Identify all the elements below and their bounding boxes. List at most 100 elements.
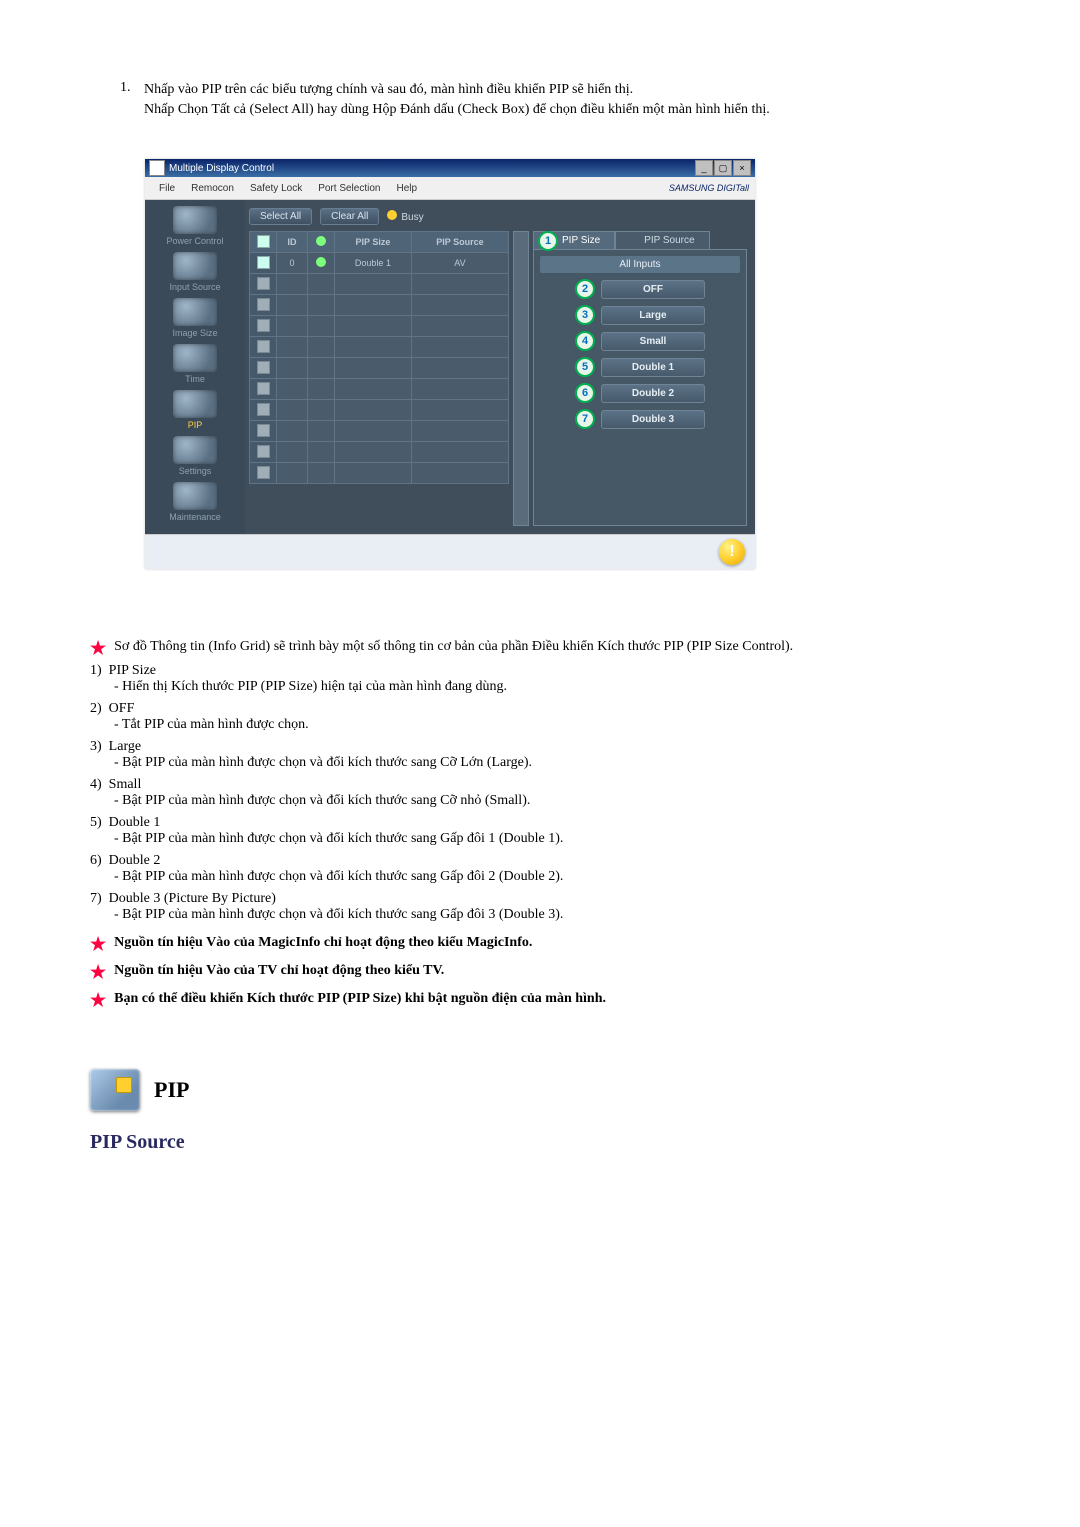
menu-help[interactable]: Help [388, 183, 425, 194]
grid-scrollbar[interactable] [513, 231, 529, 526]
sidebar-item-image-size[interactable]: Image Size [155, 298, 235, 338]
sidebar: Power Control Input Source Image Size Ti… [145, 200, 245, 534]
row-checkbox[interactable] [257, 382, 270, 395]
image-size-icon [173, 298, 217, 326]
cell-pip-size: Double 1 [335, 253, 412, 274]
table-row[interactable] [250, 379, 509, 400]
option-off[interactable]: 2 OFF [575, 279, 705, 299]
option-double3[interactable]: 7 Double 3 [575, 409, 705, 429]
sidebar-label: Maintenance [169, 512, 221, 522]
maximize-button[interactable]: ▢ [714, 160, 732, 176]
col-status [308, 232, 335, 253]
row-checkbox[interactable] [257, 319, 270, 332]
legend-desc: - Hiển thị Kích thước PIP (PIP Size) hiệ… [90, 679, 990, 695]
status-header-icon [316, 236, 326, 246]
select-all-button[interactable]: Select All [249, 208, 312, 225]
table-row[interactable]: 0 Double 1 AV [250, 253, 509, 274]
star-icon: ★ [90, 935, 106, 953]
legend-num: 5) [90, 815, 102, 830]
row-checkbox[interactable] [257, 466, 270, 479]
sidebar-label: Power Control [166, 236, 223, 246]
row-checkbox[interactable] [257, 361, 270, 374]
alert-orb-icon[interactable]: ! [719, 539, 745, 565]
tab-label: PIP Source [644, 235, 694, 246]
settings-icon [173, 436, 217, 464]
option-double1[interactable]: 5 Double 1 [575, 357, 705, 377]
app-icon [149, 160, 165, 176]
legend-desc: - Bật PIP của màn hình được chọn và đổi … [90, 755, 990, 771]
sidebar-label: Image Size [172, 328, 217, 338]
legend-item-3: 3) Large - Bật PIP của màn hình được chọ… [90, 739, 990, 771]
maintenance-icon [173, 482, 217, 510]
legend-num: 6) [90, 853, 102, 868]
table-row[interactable] [250, 274, 509, 295]
legend-item-6: 6) Double 2 - Bật PIP của màn hình được … [90, 853, 990, 885]
minimize-button[interactable]: _ [695, 160, 713, 176]
sidebar-item-input-source[interactable]: Input Source [155, 252, 235, 292]
option-large[interactable]: 3 Large [575, 305, 705, 325]
table-row[interactable] [250, 358, 509, 379]
col-check[interactable] [250, 232, 277, 253]
row-checkbox[interactable] [257, 256, 270, 269]
tab-pip-size[interactable]: 1 PIP Size [533, 231, 615, 249]
menu-safety-lock[interactable]: Safety Lock [242, 183, 310, 194]
row-checkbox[interactable] [257, 403, 270, 416]
col-pip-source: PIP Source [411, 232, 508, 253]
note-text: Nguồn tín hiệu Vào của TV chỉ hoạt động … [114, 963, 444, 979]
row-checkbox[interactable] [257, 424, 270, 437]
row-checkbox[interactable] [257, 445, 270, 458]
busy-dot-icon [387, 210, 397, 220]
star-icon: ★ [90, 639, 106, 657]
legend-title: Double 3 (Picture By Picture) [109, 891, 276, 906]
cell-pip-source: AV [411, 253, 508, 274]
callout-4: 4 [575, 331, 595, 351]
main-area: Select All Clear All Busy ID PIP Size PI… [245, 200, 755, 534]
legend-desc: - Bật PIP của màn hình được chọn và đổi … [90, 831, 990, 847]
tab-panel: 1 PIP Size PIP Source All Inputs 2 OFF [533, 231, 747, 526]
time-icon [173, 344, 217, 372]
sidebar-label: PIP [188, 420, 203, 430]
legend-desc: - Bật PIP của màn hình được chọn và đổi … [90, 869, 990, 885]
menu-file[interactable]: File [151, 183, 183, 194]
legend-title: Small [109, 777, 142, 792]
table-row[interactable] [250, 442, 509, 463]
sidebar-item-time[interactable]: Time [155, 344, 235, 384]
clear-all-button[interactable]: Clear All [320, 208, 379, 225]
row-checkbox[interactable] [257, 340, 270, 353]
status-dot-icon [316, 257, 326, 267]
sidebar-label: Time [185, 374, 205, 384]
row-checkbox[interactable] [257, 277, 270, 290]
table-row[interactable] [250, 400, 509, 421]
sidebar-label: Settings [179, 466, 212, 476]
legend-desc: - Tắt PIP của màn hình được chọn. [90, 717, 990, 733]
table-row[interactable] [250, 295, 509, 316]
row-checkbox[interactable] [257, 298, 270, 311]
option-double2[interactable]: 6 Double 2 [575, 383, 705, 403]
star-icon: ★ [90, 963, 106, 981]
legend-num: 2) [90, 701, 102, 716]
table-row[interactable] [250, 463, 509, 484]
table-row[interactable] [250, 421, 509, 442]
table-row[interactable] [250, 337, 509, 358]
section-heading-pip-source: PIP Source [90, 1131, 990, 1154]
intro-line2: Nhấp Chọn Tất cả (Select All) hay dùng H… [144, 102, 770, 117]
legend-item-7: 7) Double 3 (Picture By Picture) - Bật P… [90, 891, 990, 923]
note-1: ★ Nguồn tín hiệu Vào của MagicInfo chỉ h… [90, 935, 990, 953]
note-text: Nguồn tín hiệu Vào của MagicInfo chỉ hoạ… [114, 935, 532, 951]
input-source-icon [173, 252, 217, 280]
callout-1: 1 [538, 231, 558, 251]
option-small[interactable]: 4 Small [575, 331, 705, 351]
legend-desc: - Bật PIP của màn hình được chọn và đổi … [90, 907, 990, 923]
close-button[interactable]: × [733, 160, 751, 176]
table-row[interactable] [250, 316, 509, 337]
intro-text: Nhấp vào PIP trên các biểu tượng chính v… [144, 80, 990, 119]
tab-pip-source[interactable]: PIP Source [615, 231, 709, 249]
sidebar-item-settings[interactable]: Settings [155, 436, 235, 476]
sidebar-item-power-control[interactable]: Power Control [155, 206, 235, 246]
sidebar-item-pip[interactable]: PIP [155, 390, 235, 430]
sidebar-item-maintenance[interactable]: Maintenance [155, 482, 235, 522]
tab-label: PIP Size [562, 235, 600, 246]
legend-title: PIP Size [109, 663, 156, 678]
menu-port-selection[interactable]: Port Selection [310, 183, 388, 194]
menu-remocon[interactable]: Remocon [183, 183, 242, 194]
